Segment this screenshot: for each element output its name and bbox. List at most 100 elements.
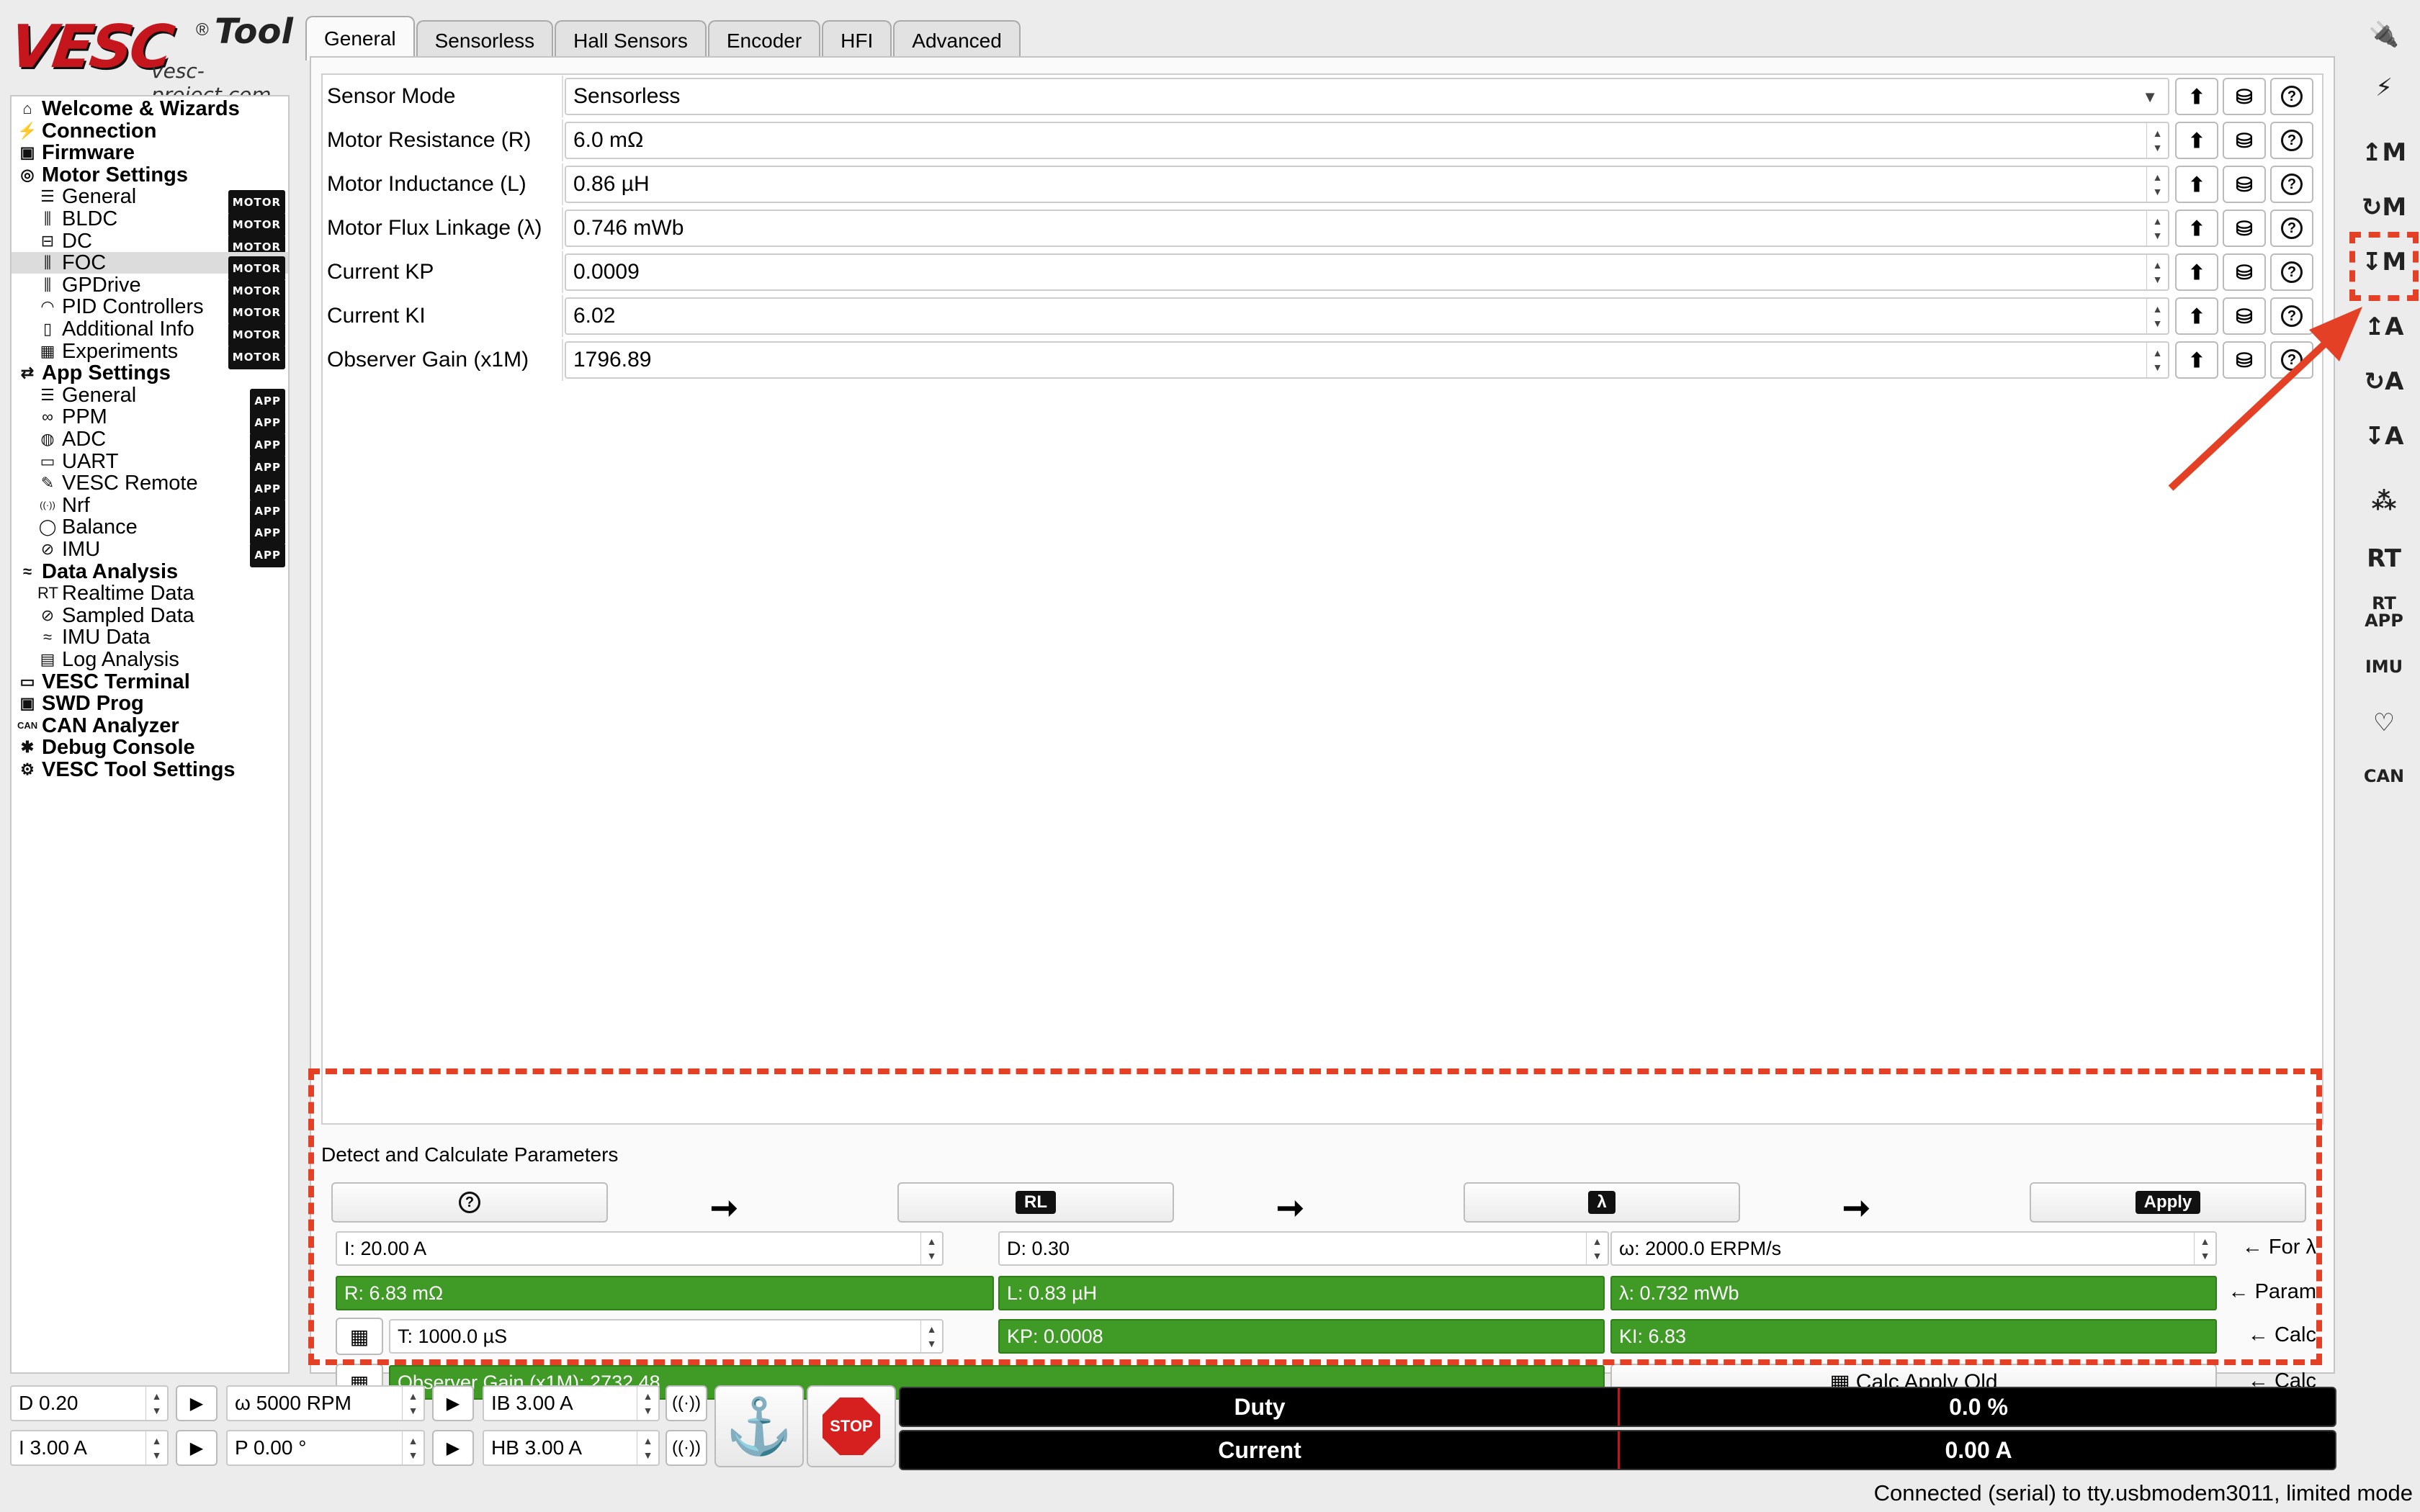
stop-button[interactable]: STOP <box>807 1385 896 1467</box>
tree-item-label: DC <box>62 229 92 253</box>
restore-default-button[interactable]: ⛁ <box>2223 122 2266 159</box>
write-motor-config-button[interactable]: ↥M <box>2361 131 2407 174</box>
set-handbrake-button[interactable]: ((·)) <box>666 1430 707 1466</box>
spin-arrows[interactable]: ▲ ▼ <box>2146 255 2168 289</box>
tab-encoder[interactable]: Encoder <box>707 20 821 60</box>
tree-item-general[interactable]: ☰ General MOTOR <box>12 186 288 215</box>
tree-item-ppm[interactable]: ∞ PPM APP <box>12 406 288 436</box>
reload-motor-config-icon: ↻M <box>2361 193 2407 222</box>
tree-item-general[interactable]: ☰ General APP <box>12 384 288 413</box>
tree-item-dc[interactable]: ⊟ DC MOTOR <box>12 229 288 259</box>
tree-item-swd-prog[interactable]: ▣ SWD Prog <box>12 693 288 714</box>
spin-arrows[interactable]: ▲ ▼ <box>2146 211 2168 246</box>
upload-param-button[interactable]: ⬆ <box>2175 78 2218 115</box>
param-help-button[interactable]: ? <box>2270 122 2313 159</box>
tree-item-imu[interactable]: ⊘ IMU APP <box>12 539 288 567</box>
tree-item-vesc-remote[interactable]: ✎ VESC Remote APP <box>12 472 288 502</box>
upload-param-button[interactable]: ⬆ <box>2175 166 2218 203</box>
navigation-tree[interactable]: ⌂ Welcome & Wizards ⚡ Connection ▣ Firmware ◎ M… <box>10 95 290 1374</box>
remote-icon: ✎ <box>40 474 55 492</box>
disconnect-button[interactable]: ⚡ <box>2361 66 2407 109</box>
duty-input[interactable]: D 0.20 ▲ ▼ <box>10 1385 169 1421</box>
param-input[interactable]: 1796.89 ▲ ▼ <box>565 341 2169 379</box>
restore-default-button[interactable]: ⛁ <box>2223 78 2266 115</box>
tree-item-foc[interactable]: ⫼ FOC MOTOR <box>12 252 288 282</box>
realtime-app-button[interactable]: RT APP <box>2361 590 2407 634</box>
tree-item-gpdrive[interactable]: ⫼ GPDrive MOTOR <box>12 274 288 303</box>
spin-arrows[interactable]: ▲ ▼ <box>2146 123 2168 158</box>
tree-item-vesc-terminal[interactable]: ▭ VESC Terminal <box>12 671 288 693</box>
set-brake-button[interactable]: ((·)) <box>666 1385 707 1421</box>
current-input[interactable]: I 3.00 A ▲ ▼ <box>10 1430 169 1466</box>
restore-default-button[interactable]: ⛁ <box>2223 210 2266 247</box>
set-rpm-button[interactable]: ▶ <box>432 1385 474 1421</box>
spin-arrows[interactable]: ▲ ▼ <box>637 1431 658 1464</box>
brake-icon: ((·)) <box>672 1393 701 1413</box>
set-duty-button[interactable]: ▶ <box>176 1385 218 1421</box>
param-value: 0.746 mWb <box>573 216 684 240</box>
param-input[interactable]: 0.86 µH ▲ ▼ <box>565 166 2169 203</box>
realtime-data-button[interactable]: RT <box>2361 537 2407 580</box>
can-forward-button[interactable]: CAN <box>2361 755 2407 798</box>
tree-item-app-settings[interactable]: ⇄ App Settings <box>12 362 288 384</box>
upload-param-button[interactable]: ⬆ <box>2175 210 2218 247</box>
tree-item-label: ADC <box>62 428 107 451</box>
gear-icon: ⚙ <box>20 760 35 778</box>
tree-item-realtime-data[interactable]: RT Realtime Data <box>12 582 288 604</box>
spin-arrows[interactable]: ▲ ▼ <box>2146 167 2168 202</box>
tree-item-can-analyzer[interactable]: CAN CAN Analyzer <box>12 715 288 737</box>
tree-item-uart[interactable]: ▭ UART APP <box>12 451 288 480</box>
tree-item-pid-controllers[interactable]: ◠ PID Controllers MOTOR <box>12 296 288 325</box>
brake-current-input[interactable]: IB 3.00 A ▲ ▼ <box>483 1385 660 1421</box>
param-help-button[interactable]: ? <box>2270 78 2313 115</box>
tree-item-welcome-wizards[interactable]: ⌂ Welcome & Wizards <box>12 98 288 120</box>
spin-arrows[interactable]: ▲ ▼ <box>2146 343 2168 377</box>
upload-param-button[interactable]: ⬆ <box>2175 122 2218 159</box>
spin-arrows[interactable]: ▲ ▼ <box>2146 299 2168 333</box>
tree-item-balance[interactable]: ◯ Balance APP <box>12 516 288 546</box>
tree-item-motor-settings[interactable]: ◎ Motor Settings <box>12 164 288 186</box>
tree-item-sampled-data[interactable]: ⊘ Sampled Data <box>12 605 288 626</box>
tree-item-data-analysis[interactable]: ≈ Data Analysis <box>12 561 288 582</box>
spin-arrows[interactable]: ▲ ▼ <box>402 1387 424 1420</box>
tree-item-firmware[interactable]: ▣ Firmware <box>12 142 288 163</box>
tree-item-vesc-tool-settings[interactable]: ⚙ VESC Tool Settings <box>12 759 288 780</box>
tree-item-adc[interactable]: ◍ ADC APP <box>12 428 288 457</box>
imu-stream-button[interactable]: IMU <box>2361 645 2407 688</box>
spin-arrows[interactable]: ▲ ▼ <box>145 1431 167 1464</box>
heartbeat-button[interactable]: ♡ <box>2361 701 2407 744</box>
tree-item-imu-data[interactable]: ≈ IMU Data <box>12 626 288 648</box>
connect-button[interactable]: 🔌 <box>2361 13 2407 56</box>
param-input[interactable]: 0.0009 ▲ ▼ <box>565 253 2169 291</box>
param-help-button[interactable]: ? <box>2270 166 2313 203</box>
tree-item-connection[interactable]: ⚡ Connection <box>12 120 288 142</box>
param-help-button[interactable]: ? <box>2270 210 2313 247</box>
tree-item-additional-info[interactable]: ▯ Additional Info MOTOR <box>12 318 288 347</box>
handbrake-input[interactable]: HB 3.00 A ▲ ▼ <box>483 1430 660 1466</box>
spin-arrows[interactable]: ▲ ▼ <box>637 1387 658 1420</box>
param-input[interactable]: 0.746 mWb ▲ ▼ <box>565 210 2169 247</box>
tab-sensorless[interactable]: Sensorless <box>416 20 554 60</box>
tab-advanced[interactable]: Advanced <box>893 20 1021 60</box>
reload-motor-config-button[interactable]: ↻M <box>2361 186 2407 229</box>
spin-arrows[interactable]: ▲ ▼ <box>145 1387 167 1420</box>
restore-default-button[interactable]: ⛁ <box>2223 166 2266 203</box>
tree-item-bldc[interactable]: ⫼ BLDC MOTOR <box>12 208 288 237</box>
anchor-button[interactable]: ⚓ <box>714 1385 804 1467</box>
motor-icon: ◎ <box>20 165 35 184</box>
set-current-button[interactable]: ▶ <box>176 1430 218 1466</box>
param-input[interactable]: 6.02 ▲ ▼ <box>565 297 2169 335</box>
tab-hall-sensors[interactable]: Hall Sensors <box>555 20 707 60</box>
tree-item-experiments[interactable]: ▦ Experiments MOTOR <box>12 341 288 369</box>
sensor-mode-select[interactable]: Sensorless ▼ <box>565 78 2169 115</box>
position-input[interactable]: P 0.00 ° ▲ ▼ <box>226 1430 425 1466</box>
tree-item-log-analysis[interactable]: ▤ Log Analysis <box>12 649 288 670</box>
spin-arrows[interactable]: ▲ ▼ <box>402 1431 424 1464</box>
tab-hfi[interactable]: HFI <box>822 20 892 60</box>
set-position-button[interactable]: ▶ <box>432 1430 474 1466</box>
tree-item-nrf[interactable]: ((·)) Nrf APP <box>12 495 288 523</box>
tab-general[interactable]: General <box>305 16 415 60</box>
tree-item-debug-console[interactable]: ✱ Debug Console <box>12 737 288 758</box>
rpm-input[interactable]: ω 5000 RPM ▲ ▼ <box>226 1385 425 1421</box>
param-input[interactable]: 6.0 mΩ ▲ ▼ <box>565 122 2169 159</box>
